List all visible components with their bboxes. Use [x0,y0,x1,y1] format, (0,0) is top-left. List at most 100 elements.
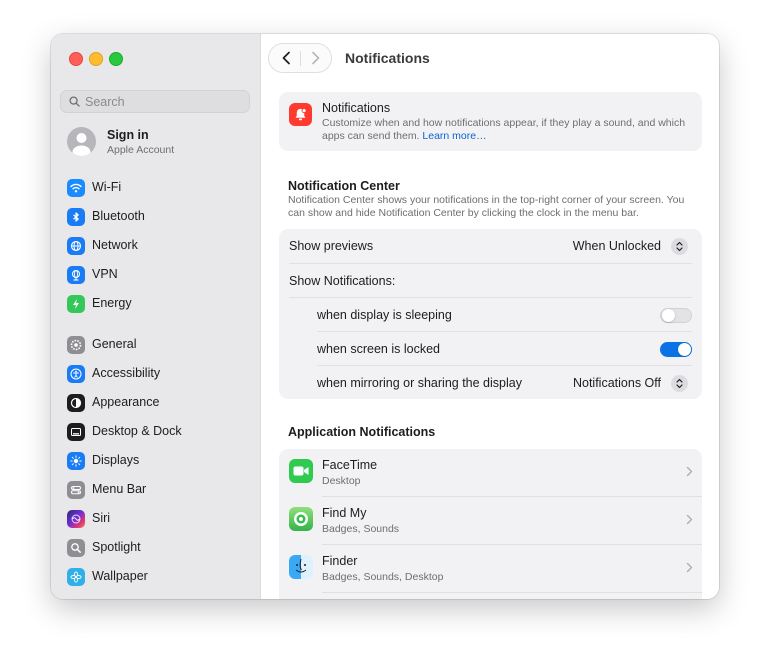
show-previews-popup-button[interactable] [671,238,688,255]
menubar-icon [67,481,85,499]
show-previews-row: Show previews When Unlocked [279,229,702,263]
finder-icon [289,555,313,579]
account-name: Sign in [107,128,149,142]
show-previews-value[interactable]: When Unlocked [573,239,661,253]
app-row-facetime[interactable]: FaceTime Desktop [279,449,702,497]
display-sleeping-label: when display is sleeping [317,308,452,322]
sidebar-item-network[interactable]: Network [67,235,252,257]
sidebar-item-energy[interactable]: Energy [67,293,252,315]
sidebar-item-siri[interactable]: Siri [67,508,252,530]
chevron-right-icon [686,466,693,477]
notification-center-description: Notification Center shows your notificat… [288,194,685,219]
navigation-buttons [268,43,332,73]
sidebar-item-label: Accessibility [92,366,161,380]
show-previews-label: Show previews [289,239,374,253]
close-window-button[interactable] [69,52,83,66]
notifications-banner: Notifications Customize when and how not… [279,92,702,151]
sidebar-item-label: Wi-Fi [92,180,122,194]
search-input[interactable] [85,92,235,111]
app-name: Find My [322,506,367,520]
sidebar-item-spotlight[interactable]: Spotlight [67,537,252,559]
display-sleeping-toggle[interactable] [660,308,692,323]
appearance-icon [67,394,85,412]
chevron-right-icon [686,514,693,525]
sidebar-item-wallpaper[interactable]: Wallpaper [67,566,252,588]
sidebar-item-displays[interactable]: Displays [67,450,252,472]
row-divider [322,592,702,593]
application-list: FaceTime Desktop Find My Badges, Sounds … [279,449,702,599]
show-notifications-row: Show Notifications: [279,264,702,298]
mirroring-row: when mirroring or sharing the display No… [279,366,702,400]
sidebar-item-vpn[interactable]: VPN [67,264,252,286]
zoom-window-button[interactable] [109,52,123,66]
banner-description-text: Customize when and how notifications app… [322,117,686,142]
banner-title: Notifications [322,101,391,115]
chevron-right-icon [686,562,693,573]
toggle-knob [662,309,675,322]
show-notifications-label: Show Notifications: [289,274,396,288]
sidebar-item-label: Menu Bar [92,482,147,496]
minimize-window-button[interactable] [89,52,103,66]
sidebar-item-wifi[interactable]: Wi-Fi [67,177,252,199]
dock-icon [67,423,85,441]
app-name: FaceTime [322,458,378,472]
gear-icon [67,336,85,354]
sidebar: Sign in Apple Account Wi-Fi Bluetooth Ne… [51,34,261,599]
settings-window: Sign in Apple Account Wi-Fi Bluetooth Ne… [51,34,719,599]
app-name: Finder [322,554,358,568]
main-pane: Notifications Notifications Customize wh… [261,34,719,599]
banner-description: Customize when and how notifications app… [322,117,697,143]
account-subtitle: Apple Account [107,144,175,156]
sidebar-item-desktop-dock[interactable]: Desktop & Dock [67,421,252,443]
screen-locked-row: when screen is locked [279,332,702,366]
search-icon [69,96,80,107]
application-notifications-heading: Application Notifications [288,425,436,439]
display-sleeping-row: when display is sleeping [279,298,702,332]
sidebar-item-general[interactable]: General [67,334,252,356]
toggle-knob [678,343,691,356]
screen-locked-toggle[interactable] [660,342,692,357]
find-my-icon [289,507,313,531]
app-detail: Desktop [322,475,361,487]
notification-center-heading: Notification Center [288,179,400,193]
mirroring-value[interactable]: Notifications Off [573,376,661,390]
page-title: Notifications [345,50,430,66]
sidebar-item-accessibility[interactable]: Accessibility [67,363,252,385]
sidebar-item-bluetooth[interactable]: Bluetooth [67,206,252,228]
learn-more-link[interactable]: Learn more… [422,130,486,142]
app-detail: Badges, Sounds [322,523,400,535]
accessibility-icon [67,365,85,383]
sidebar-item-label: Appearance [92,395,160,409]
flower-icon [67,568,85,586]
bolt-icon [67,295,85,313]
sidebar-item-label: Siri [92,511,111,525]
sidebar-item-label: Displays [92,453,140,467]
chevron-right-icon[interactable] [307,50,323,66]
person-icon [72,133,91,156]
search-field[interactable] [60,90,250,113]
notification-center-settings: Show previews When Unlocked Show Notific… [279,229,702,399]
app-row-find-my[interactable]: Find My Badges, Sounds [279,497,702,545]
up-down-chevron-icon [676,241,683,252]
app-detail: Badges, Sounds, Desktop [322,571,444,583]
notification-bell-icon [289,103,312,126]
screen-locked-label: when screen is locked [317,342,440,356]
sidebar-item-label: Spotlight [92,540,141,554]
up-down-chevron-icon [676,378,683,389]
sun-icon [67,452,85,470]
vpn-globe-icon [67,266,85,284]
sidebar-item-label: Bluetooth [92,209,145,223]
chevron-left-icon[interactable] [279,50,295,66]
sidebar-item-label: VPN [92,267,118,281]
sidebar-item-appearance[interactable]: Appearance [67,392,252,414]
magnifier-icon [67,539,85,557]
account-sign-in[interactable]: Sign in Apple Account [67,127,247,159]
mirroring-popup-button[interactable] [671,375,688,392]
sidebar-item-label: Network [92,238,138,252]
mirroring-label: when mirroring or sharing the display [317,376,522,390]
globe-icon [67,237,85,255]
sidebar-item-menu-bar[interactable]: Menu Bar [67,479,252,501]
bluetooth-icon [67,208,85,226]
sidebar-item-label: Desktop & Dock [92,424,182,438]
app-row-finder[interactable]: Finder Badges, Sounds, Desktop [279,545,702,593]
